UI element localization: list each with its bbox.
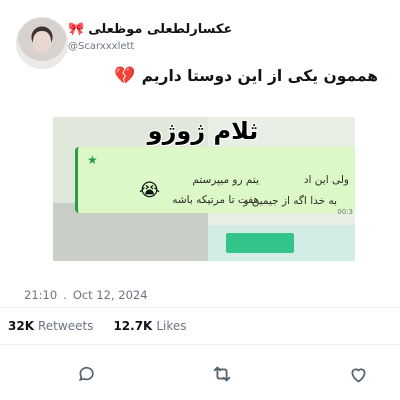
bow-icon: 🎀 xyxy=(68,22,85,37)
like-button[interactable] xyxy=(344,360,372,388)
green-bar xyxy=(226,233,294,253)
avatar-face xyxy=(33,31,51,53)
tweet-media-image[interactable]: ★ یتم رو میپرستم هفت تا مرتیکه باشه ولی … xyxy=(53,117,355,261)
retweet-icon xyxy=(213,366,231,382)
retweets-count: 32K xyxy=(8,319,34,333)
reply-button[interactable] xyxy=(73,360,101,388)
retweets-stat[interactable]: 32K Retweets xyxy=(8,319,93,333)
divider xyxy=(0,307,400,308)
chat-text-line: به خدا اگه از جیمین و xyxy=(243,195,337,207)
message-time: 00:3 xyxy=(337,208,353,216)
tweet-body: هممون یکی از این دوستا داریم xyxy=(141,67,378,85)
retweets-label: Retweets xyxy=(38,319,94,333)
engagement-stats: 32K Retweets 12.7K Likes xyxy=(8,319,187,333)
likes-count: 12.7K xyxy=(113,319,153,333)
reply-icon xyxy=(79,366,94,382)
tweet-time: 21:10 xyxy=(24,288,58,302)
likes-stat[interactable]: 12.7K Likes xyxy=(113,319,186,333)
display-name[interactable]: عکسارلطعلی موظعلی xyxy=(88,22,232,37)
tweet-timestamp[interactable]: 21:10 . Oct 12, 2024 xyxy=(24,288,148,302)
broken-heart-icon: 💔 xyxy=(114,66,136,86)
chat-text-line: یتم رو میپرستم xyxy=(192,174,259,186)
like-icon xyxy=(350,367,366,383)
tweet-date: Oct 12, 2024 xyxy=(72,288,148,302)
user-handle[interactable]: @Scarxxxlett xyxy=(68,41,134,52)
media-caption: ثلام ژوژو xyxy=(147,117,259,145)
avatar[interactable] xyxy=(16,17,68,69)
tweet-text: هممون یکی از این دوستا داریم 💔 xyxy=(114,66,378,86)
likes-label: Likes xyxy=(156,319,187,333)
retweet-button[interactable] xyxy=(208,360,236,388)
name-row[interactable]: 🎀 عکسارلطعلی موظعلی xyxy=(68,22,232,37)
tweet-header: 🎀 عکسارلطعلی موظعلی @Scarxxxlett xyxy=(0,0,400,69)
chat-text-line: ولی این اد xyxy=(303,174,349,186)
timestamp-separator: . xyxy=(63,288,67,302)
divider xyxy=(0,344,400,345)
action-bar xyxy=(0,360,400,390)
crying-face-icon: 😭 xyxy=(139,180,161,201)
star-icon: ★ xyxy=(87,153,98,167)
